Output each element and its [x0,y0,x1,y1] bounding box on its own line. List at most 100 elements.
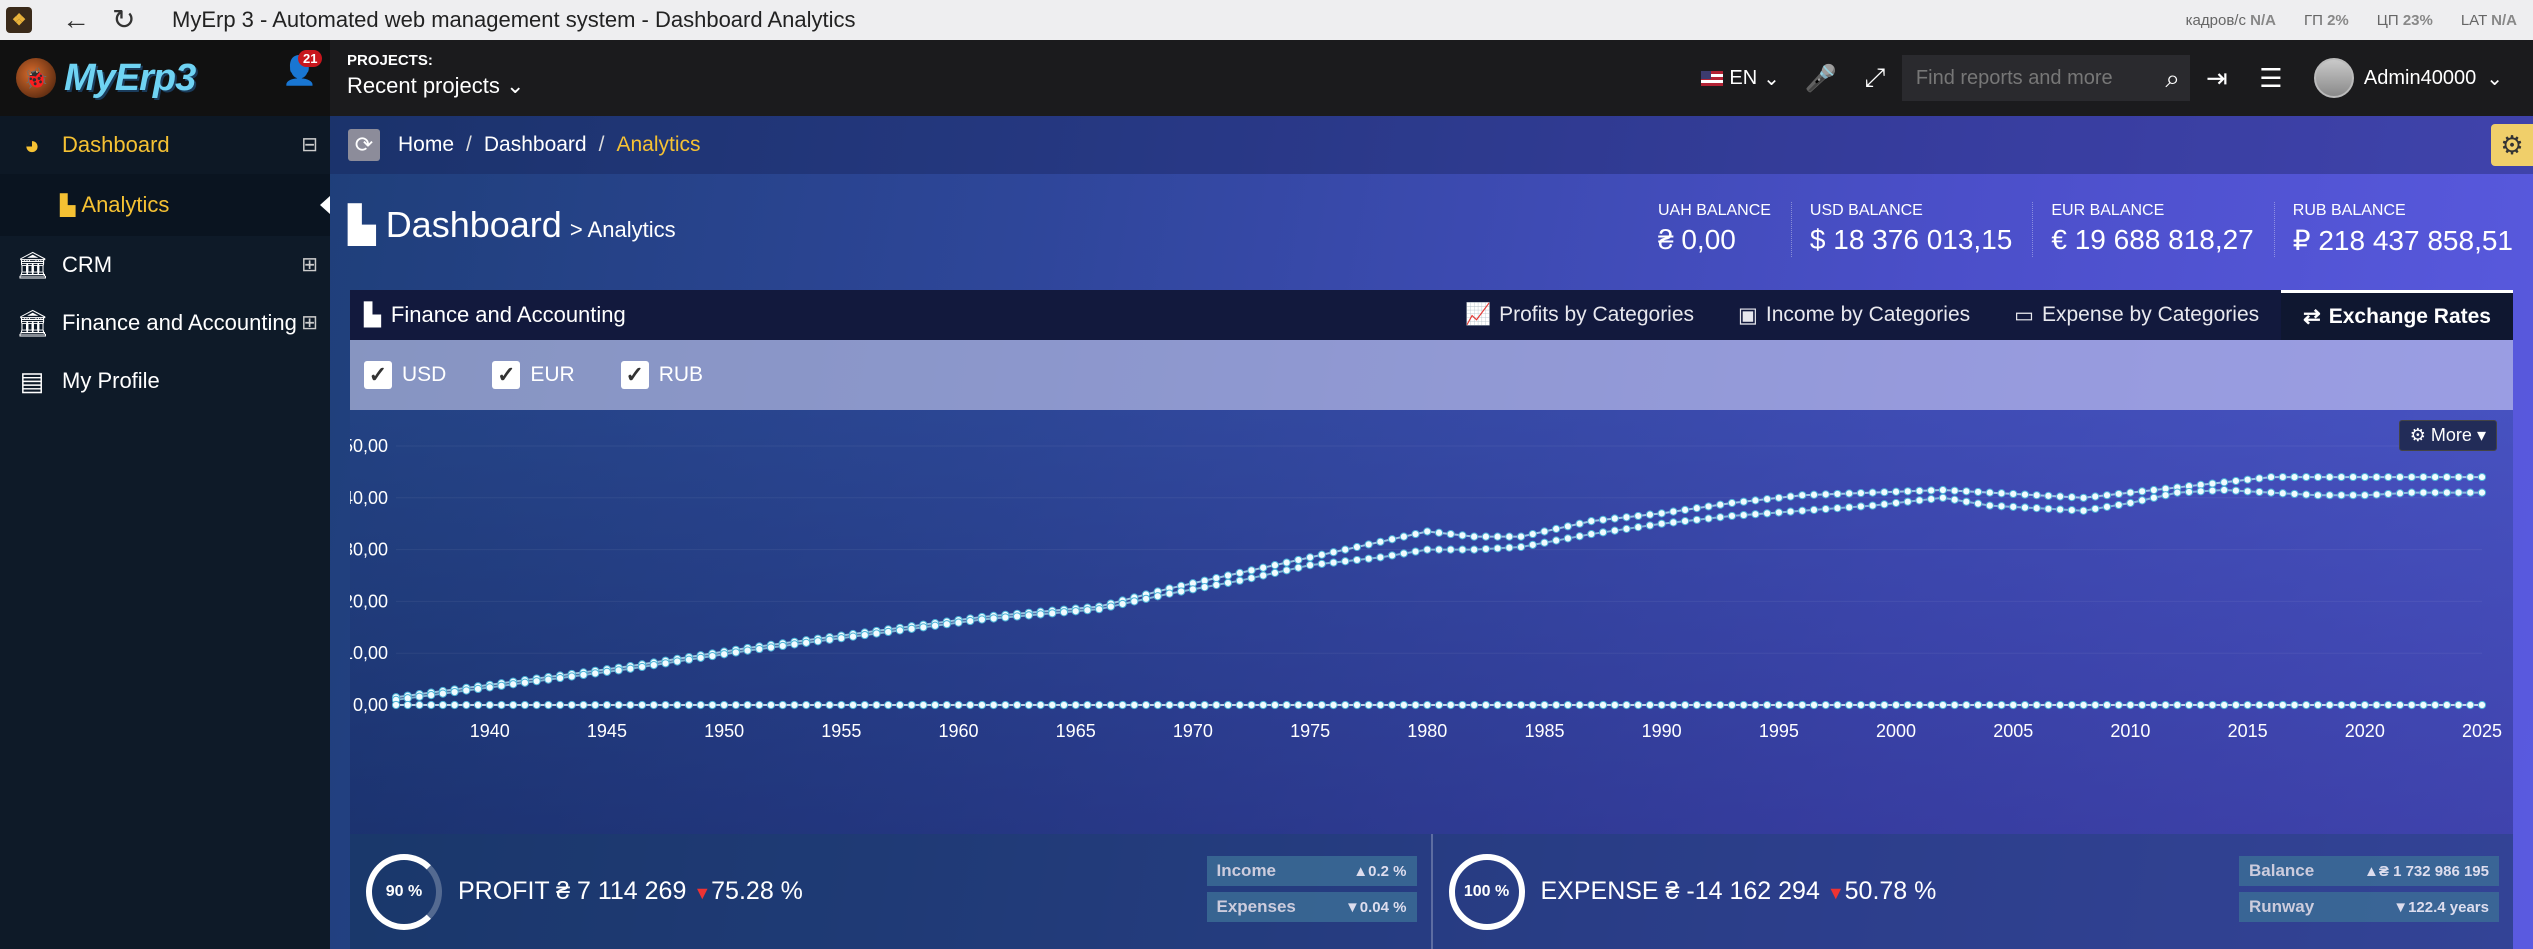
series-point-2 [720,700,729,710]
checkbox-rub[interactable]: ✓ RUB [620,361,703,389]
checkbox-usd[interactable]: ✓ USD [364,361,446,389]
back-arrow-icon[interactable]: ← [62,6,90,34]
series-point-1 [860,630,869,640]
series-point-1 [1364,554,1373,563]
logo[interactable]: 🐞 MyErp3 [0,40,330,116]
series-point-2 [1868,700,1877,710]
breadcrumb-dashboard[interactable]: Dashboard [484,133,587,157]
collapse-icon[interactable]: ⊟ [301,132,318,157]
series-point-2 [1001,700,1010,710]
series-point-2 [1282,700,1291,710]
sidebar-item-analytics[interactable]: ▙ Analytics [0,174,330,236]
tab-profits[interactable]: 📈 Profits by Categories [1443,290,1716,340]
series-point-0 [2266,472,2276,482]
series-point-1 [1973,499,1983,508]
series-point-2 [1669,700,1678,710]
x-tick-label: 1975 [1290,721,1330,741]
series-point-1 [1282,566,1291,575]
series-point-2 [2020,700,2030,710]
series-point-0 [1622,513,1631,522]
series-point-0 [1739,497,1748,506]
expand-icon[interactable]: ⊞ [301,310,318,335]
series-point-0 [1329,548,1338,557]
series-point-0 [1388,535,1397,544]
search-icon[interactable]: ⌕ [2165,63,2180,95]
user-menu[interactable]: Admin40000 ⌄ [2298,58,2533,98]
exchange-rate-chart: 0,00 10,00 20,00 30,00 40,00 50,00 1940 1945 195… [350,410,2513,834]
sidebar-item-crm[interactable]: 🏛 CRM ⊞ [0,236,330,294]
tab-income[interactable]: ▣ Income by Categories [1716,290,1992,340]
series-point-2 [1704,700,1713,710]
series-point-0 [1950,486,1959,495]
expand-icon[interactable]: ⊞ [301,252,318,277]
series-point-2 [1915,700,1924,710]
series-point-0 [1294,555,1303,565]
perf-cpu: ЦП 23% [2376,11,2433,29]
chevron-down-icon: ⌄ [505,73,525,98]
series-line-1 [395,489,2482,701]
id-card-icon: ▤ [19,365,45,396]
sidebar-item-profile[interactable]: ▤ My Profile [0,352,330,410]
series-point-2 [532,700,541,710]
projects-dropdown[interactable]: PROJECTS: Recent projects ⌄ [347,52,524,99]
series-point-2 [591,700,600,710]
series-point-1 [1013,612,1022,621]
series-point-0 [2126,488,2135,497]
series-point-2 [555,700,565,710]
sidebar-item-dashboard[interactable]: ◕ Dashboard ⊟ [0,116,330,174]
sidebar-item-finance[interactable]: 🏛 Finance and Accounting ⊞ [0,294,330,352]
menu-icon[interactable]: ☰ [2244,40,2298,116]
series-point-2 [1809,700,1819,710]
perf-fps: кадров/с N/A [2185,11,2276,29]
breadcrumb-home[interactable]: Home [398,133,454,157]
bank-icon: 🏛 [16,249,50,280]
more-button[interactable]: ⚙ More ▾ [2398,420,2497,451]
series-point-2 [2208,700,2217,710]
checkbox-eur[interactable]: ✓ EUR [492,361,575,389]
tab-exchange-rates[interactable]: ⇄ Exchange Rates [2281,290,2513,340]
series-point-2 [1458,700,1467,710]
series-point-0 [2360,472,2369,482]
series-point-2 [1563,700,1573,710]
microphone-icon[interactable]: 🎤 [1794,40,1848,116]
tab-expense[interactable]: ▭ Expense by Categories [1992,290,2281,340]
series-point-2 [2138,700,2147,710]
series-point-2 [626,700,635,710]
series-point-0 [1587,517,1596,526]
currency-filters: ✓ USD ✓ EUR ✓ RUB [350,340,2513,410]
language-selector[interactable]: EN ⌄ [1687,66,1794,91]
series-point-0 [1575,519,1584,528]
series-point-1 [1962,497,1971,506]
panel-tabs: 📈 Profits by Categories ▣ Income by Catego… [1443,290,2513,340]
series-point-1 [2419,488,2428,497]
series-point-0 [1376,537,1385,546]
series-point-2 [1024,700,1033,710]
series-point-1 [2114,500,2123,510]
series-point-1 [614,666,623,675]
series-point-1 [2173,488,2182,497]
notifications-button[interactable]: 👤 21 [282,50,323,88]
refresh-icon[interactable]: ⟳ [348,129,380,161]
series-point-1 [731,648,740,657]
series-point-0 [1880,488,1889,497]
chevron-down-icon: ⌄ [2486,67,2503,90]
reload-icon[interactable]: ↻ [112,6,138,34]
series-point-1 [1434,545,1444,554]
series-point-2 [1856,700,1865,710]
series-point-1 [2138,496,2147,505]
series-point-0 [1552,524,1561,533]
series-point-2 [1446,700,1455,710]
logout-icon[interactable]: ⇥ [2190,40,2244,116]
series-point-2 [684,700,694,710]
search-input[interactable] [1915,66,2146,90]
site-favicon-icon: ❖ [6,7,32,33]
series-point-1 [567,672,576,681]
series-point-0 [1692,504,1701,513]
down-arrow-icon: ▼ [1826,883,1845,903]
series-point-0 [1598,515,1608,524]
series-point-0 [1716,500,1725,509]
series-point-0 [1962,487,1971,496]
settings-gear-icon[interactable]: ⚙ [2491,124,2533,166]
fullscreen-icon[interactable]: ⤢ [1848,40,1902,116]
series-point-0 [1786,492,1795,501]
